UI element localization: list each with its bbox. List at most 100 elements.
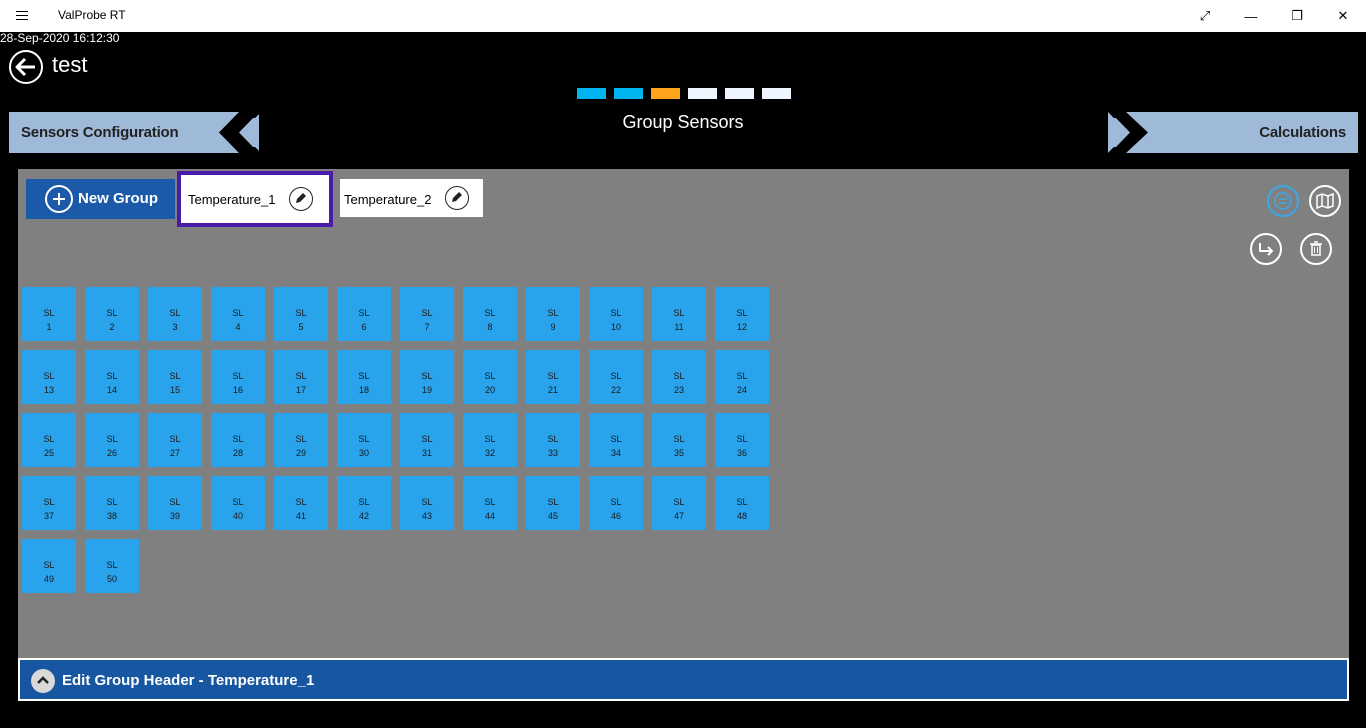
sensor-tile[interactable]: SL 12	[715, 287, 769, 341]
move-sensors-button[interactable]	[1250, 233, 1282, 265]
sensor-tile[interactable]: SL 33	[526, 413, 580, 467]
sensor-prefix: SL	[106, 560, 118, 570]
chevron-up-icon[interactable]	[31, 669, 55, 693]
timestamp: 28-Sep-2020 16:12:30	[0, 31, 120, 45]
sensor-tile[interactable]: SL 23	[652, 350, 706, 404]
delete-group-button[interactable]	[1300, 233, 1332, 265]
sensor-prefix: SL	[232, 434, 244, 444]
sensor-prefix: SL	[673, 371, 685, 381]
sensor-tile[interactable]: SL 47	[652, 476, 706, 530]
sensor-tile[interactable]: SL 32	[463, 413, 517, 467]
sensor-tile[interactable]: SL 15	[148, 350, 202, 404]
sensor-tile[interactable]: SL 3	[148, 287, 202, 341]
sensor-number: 20	[484, 385, 495, 395]
sensor-tile[interactable]: SL 41	[274, 476, 328, 530]
sensor-prefix: SL	[484, 497, 496, 507]
new-group-button[interactable]: New Group	[26, 179, 175, 219]
sensor-tile[interactable]: SL 28	[211, 413, 265, 467]
close-button[interactable]: ✕	[1320, 0, 1366, 32]
edit-pencil-icon[interactable]	[445, 186, 469, 210]
sensor-tile[interactable]: SL 1	[22, 287, 76, 341]
sensor-tile[interactable]: SL 39	[148, 476, 202, 530]
minimize-button[interactable]: —	[1228, 0, 1274, 32]
sensor-prefix: SL	[547, 371, 559, 381]
sensor-number: 23	[673, 385, 684, 395]
sensor-tile[interactable]: SL 2	[85, 287, 139, 341]
sensor-tile[interactable]: SL 48	[715, 476, 769, 530]
sensor-number: 29	[295, 448, 306, 458]
sensor-tile[interactable]: SL 14	[85, 350, 139, 404]
restore-button[interactable]: ❐	[1274, 0, 1320, 32]
sensor-prefix: SL	[358, 371, 370, 381]
map-button[interactable]	[1309, 185, 1341, 217]
sensor-prefix: SL	[232, 497, 244, 507]
sensor-prefix: SL	[295, 308, 307, 318]
sensor-tile[interactable]: SL 50	[85, 539, 139, 593]
sensor-number: 3	[172, 322, 178, 332]
sensor-tile[interactable]: SL 43	[400, 476, 454, 530]
sensor-tile[interactable]: SL 4	[211, 287, 265, 341]
sensor-tile[interactable]: SL 7	[400, 287, 454, 341]
sensor-tile[interactable]: SL 25	[22, 413, 76, 467]
sensor-tile[interactable]: SL 42	[337, 476, 391, 530]
sensor-number: 1	[46, 322, 52, 332]
sensor-tile[interactable]: SL 29	[274, 413, 328, 467]
sensor-tile[interactable]: SL 10	[589, 287, 643, 341]
sensor-number: 38	[106, 511, 117, 521]
sensor-tile[interactable]: SL 30	[337, 413, 391, 467]
sensor-tile[interactable]: SL 21	[526, 350, 580, 404]
sensor-tile[interactable]: SL 27	[148, 413, 202, 467]
sensor-number: 6	[361, 322, 367, 332]
sensor-number: 36	[736, 448, 747, 458]
sensor-prefix: SL	[295, 497, 307, 507]
sensor-tile[interactable]: SL 9	[526, 287, 580, 341]
select-all-button[interactable]	[1267, 185, 1299, 217]
sensor-prefix: SL	[673, 497, 685, 507]
sensor-tile[interactable]: SL 46	[589, 476, 643, 530]
sensor-tile[interactable]: SL 11	[652, 287, 706, 341]
sensor-tile[interactable]: SL 35	[652, 413, 706, 467]
hamburger-menu-icon[interactable]	[14, 8, 32, 24]
sensor-tile[interactable]: SL 18	[337, 350, 391, 404]
sensor-prefix: SL	[232, 308, 244, 318]
sensor-tile[interactable]: SL 40	[211, 476, 265, 530]
back-button[interactable]	[9, 50, 43, 84]
sensor-prefix: SL	[295, 434, 307, 444]
step-5	[725, 88, 754, 99]
group-tab-temperature-1[interactable]: Temperature_1	[177, 171, 333, 227]
sensor-tile[interactable]: SL 20	[463, 350, 517, 404]
edit-pencil-icon[interactable]	[289, 187, 313, 211]
sensor-tile[interactable]: SL 49	[22, 539, 76, 593]
sensor-tile[interactable]: SL 36	[715, 413, 769, 467]
sensor-number: 25	[43, 448, 54, 458]
edit-group-header-bar[interactable]: Edit Group Header - Temperature_1	[18, 658, 1349, 701]
sensor-number: 4	[235, 322, 241, 332]
sensor-number: 49	[43, 574, 54, 584]
sensor-prefix: SL	[610, 371, 622, 381]
sensor-tile[interactable]: SL 13	[22, 350, 76, 404]
sensor-number: 21	[547, 385, 558, 395]
sensor-tile[interactable]: SL 22	[589, 350, 643, 404]
sensor-tile[interactable]: SL 45	[526, 476, 580, 530]
sensor-tile[interactable]: SL 5	[274, 287, 328, 341]
sensor-tile[interactable]: SL 38	[85, 476, 139, 530]
sensor-number: 45	[547, 511, 558, 521]
prev-step-button[interactable]: Sensors Configuration	[9, 112, 261, 153]
sensor-tile[interactable]: SL 19	[400, 350, 454, 404]
sensor-tile[interactable]: SL 6	[337, 287, 391, 341]
sensor-tile[interactable]: SL 31	[400, 413, 454, 467]
sensor-tile[interactable]: SL 44	[463, 476, 517, 530]
group-tab-temperature-2[interactable]: Temperature_2	[340, 179, 483, 217]
sensor-number: 26	[106, 448, 117, 458]
sensor-tile[interactable]: SL 17	[274, 350, 328, 404]
sensor-tile[interactable]: SL 37	[22, 476, 76, 530]
sensor-tile[interactable]: SL 16	[211, 350, 265, 404]
sensor-prefix: SL	[358, 434, 370, 444]
sensor-tile[interactable]: SL 34	[589, 413, 643, 467]
sensor-number: 27	[169, 448, 180, 458]
fullscreen-button[interactable]: ⤢	[1182, 0, 1228, 32]
sensor-tile[interactable]: SL 24	[715, 350, 769, 404]
next-step-button[interactable]: Calculations	[1108, 112, 1358, 153]
sensor-tile[interactable]: SL 26	[85, 413, 139, 467]
sensor-tile[interactable]: SL 8	[463, 287, 517, 341]
